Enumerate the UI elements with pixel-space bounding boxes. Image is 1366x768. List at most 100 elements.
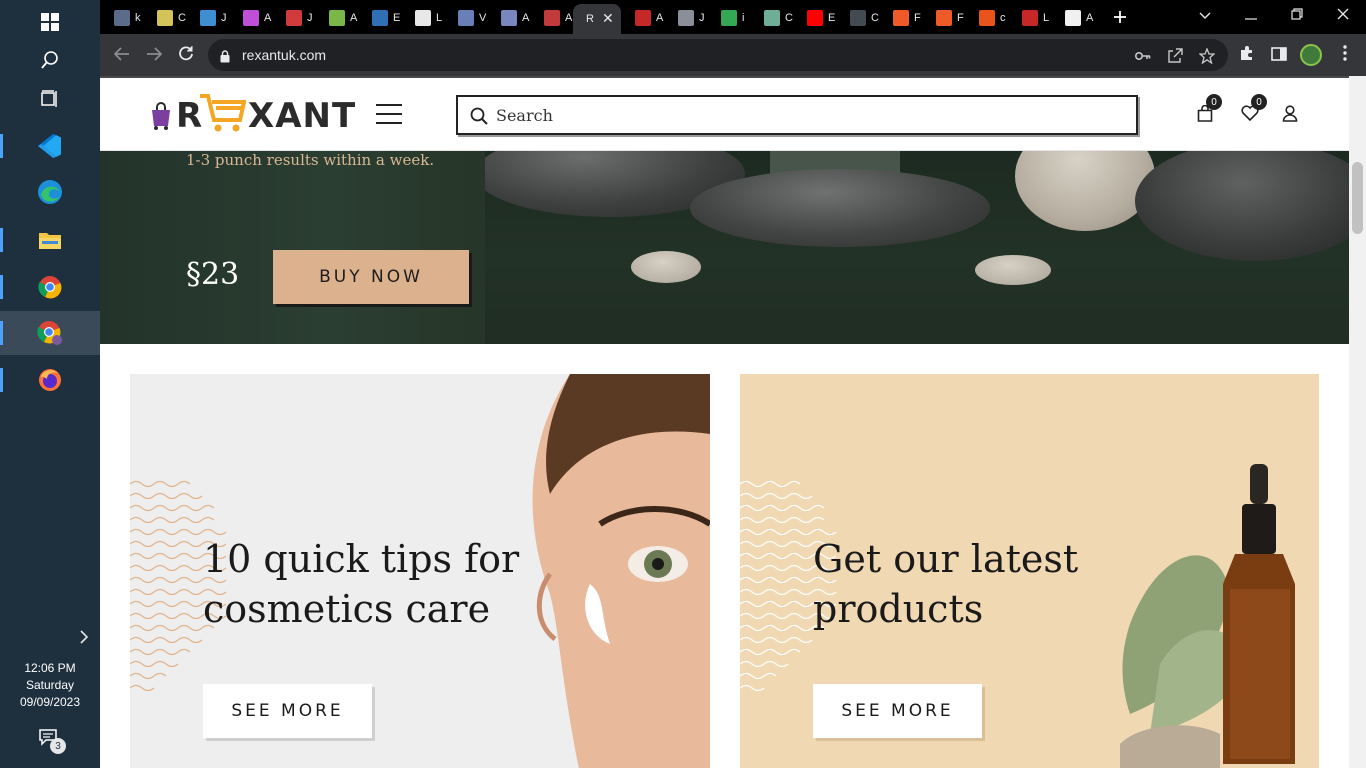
address-bar[interactable]: rexantuk.com	[208, 39, 1228, 71]
promo-card-tips: 10 quick tips for cosmetics care SEE MOR…	[130, 374, 710, 768]
restore-icon	[1291, 8, 1303, 24]
taskbar-file-explorer[interactable]	[0, 218, 100, 262]
task-view-button[interactable]	[0, 77, 100, 121]
taskbar-clock[interactable]: 12:06 PM Saturday 09/09/2023	[0, 660, 100, 711]
taskbar-vscode[interactable]	[0, 124, 100, 168]
vscode-icon	[37, 133, 63, 159]
notification-count-badge: 3	[50, 738, 66, 754]
tab-title: F	[914, 12, 921, 24]
tab-favicon	[286, 10, 302, 26]
chrome-menu-button[interactable]	[1334, 44, 1356, 66]
chevron-right-icon[interactable]	[74, 626, 94, 648]
close-tab-icon[interactable]: ✕	[602, 11, 614, 27]
side-panel-icon	[1271, 46, 1287, 65]
new-tab-button[interactable]	[1108, 4, 1132, 30]
browser-tab[interactable]: E	[358, 4, 401, 32]
browser-tab[interactable]: J	[272, 4, 315, 32]
notification-center-button[interactable]: 3	[38, 728, 66, 754]
forward-button[interactable]	[141, 42, 167, 68]
browser-tab[interactable]: C	[836, 4, 879, 32]
lock-icon	[220, 48, 230, 67]
key-icon[interactable]	[1134, 47, 1152, 65]
browser-tab[interactable]: k	[100, 4, 143, 32]
account-button[interactable]	[1279, 104, 1301, 126]
tab-title: A	[565, 12, 573, 24]
browser-tab[interactable]: J	[664, 4, 707, 32]
chevron-down-icon	[1199, 8, 1211, 24]
page-scrollbar[interactable]	[1349, 76, 1366, 768]
tab-favicon	[764, 10, 780, 26]
windows-icon	[37, 9, 63, 35]
search-input[interactable]	[496, 103, 1096, 127]
tab-search-button[interactable]	[1182, 0, 1228, 32]
browser-tab[interactable]: L	[1008, 4, 1051, 32]
browser-tab[interactable]: i	[707, 4, 750, 32]
browser-tab[interactable]: A	[315, 4, 358, 32]
browser-tab[interactable]: C	[750, 4, 793, 32]
browser-tab[interactable]: L	[401, 4, 444, 32]
restore-button[interactable]	[1274, 0, 1320, 32]
stone	[690, 169, 990, 247]
taskbar-chrome-profile[interactable]	[0, 311, 100, 355]
arrow-right-icon	[146, 46, 163, 65]
side-panel-button[interactable]	[1268, 44, 1290, 66]
bookmark-star-icon[interactable]	[1198, 47, 1216, 65]
reload-button[interactable]	[173, 42, 199, 68]
wishlist-button[interactable]: 0	[1239, 94, 1267, 126]
cart-button[interactable]: 0	[1194, 94, 1222, 126]
browser-tab[interactable]: A	[621, 4, 664, 32]
tab-favicon	[1022, 10, 1038, 26]
back-button[interactable]	[109, 42, 135, 68]
promo-card-latest-products: Get our latest products SEE MORE	[740, 374, 1319, 768]
browser-tab[interactable]: A	[530, 4, 573, 32]
share-icon[interactable]	[1166, 47, 1184, 65]
tab-favicon	[372, 10, 388, 26]
pebble	[631, 251, 701, 283]
pebble	[975, 255, 1051, 285]
browser-tab[interactable]: A	[1051, 4, 1094, 32]
browser-tab[interactable]: A	[229, 4, 272, 32]
browser-tab[interactable]: F	[922, 4, 965, 32]
search-icon[interactable]	[470, 107, 488, 129]
hero-banner: 1-3 punch results within a week. §23 BUY…	[100, 151, 1349, 344]
close-icon	[1337, 8, 1349, 24]
browser-tab[interactable]: c	[965, 4, 1008, 32]
web-page: R XANT 0 0 1-3 punch re	[100, 76, 1349, 768]
tab-favicon	[329, 10, 345, 26]
shopping-bag-icon	[152, 102, 170, 130]
minimize-button[interactable]	[1228, 0, 1274, 32]
arrow-left-icon	[113, 46, 130, 65]
see-more-button[interactable]: SEE MORE	[813, 684, 982, 738]
tab-title: F	[957, 12, 964, 24]
browser-tab[interactable]: F	[879, 4, 922, 32]
browser-tab[interactable]: J	[186, 4, 229, 32]
taskbar-firefox[interactable]	[0, 358, 100, 402]
see-more-button[interactable]: SEE MORE	[203, 684, 372, 738]
tab-favicon	[979, 10, 995, 26]
tab-title: L	[1043, 12, 1050, 24]
close-window-button[interactable]	[1320, 0, 1366, 32]
browser-tab-active[interactable]: R ✕	[573, 4, 621, 34]
site-header: R XANT 0 0	[100, 76, 1349, 151]
scrollbar-thumb[interactable]	[1352, 162, 1363, 234]
search-button[interactable]	[0, 38, 100, 82]
menu-toggle-button[interactable]	[376, 104, 402, 124]
browser-tab[interactable]: C	[143, 4, 186, 32]
taskbar-edge[interactable]	[0, 170, 100, 214]
tab-strip: k C J A J A E L V A A R ✕ A Ji C E C F Fc L A	[100, 0, 1366, 34]
browser-tab[interactable]: E	[793, 4, 836, 32]
tab-favicon	[114, 10, 130, 26]
browser-tab[interactable]: V	[444, 4, 487, 32]
clock-date: 09/09/2023	[19, 695, 81, 709]
cart-count-badge: 0	[1206, 94, 1222, 110]
profile-avatar[interactable]	[1300, 44, 1322, 66]
tab-title: V	[479, 12, 487, 24]
tab-title: J	[221, 12, 227, 24]
browser-tab[interactable]: A	[487, 4, 530, 32]
rexant-logo[interactable]: R XANT	[148, 94, 358, 138]
buy-now-button[interactable]: BUY NOW	[273, 250, 469, 304]
stone	[1015, 151, 1155, 231]
tab-title: E	[828, 12, 836, 24]
extensions-button[interactable]	[1236, 44, 1258, 66]
taskbar-chrome[interactable]	[0, 265, 100, 309]
